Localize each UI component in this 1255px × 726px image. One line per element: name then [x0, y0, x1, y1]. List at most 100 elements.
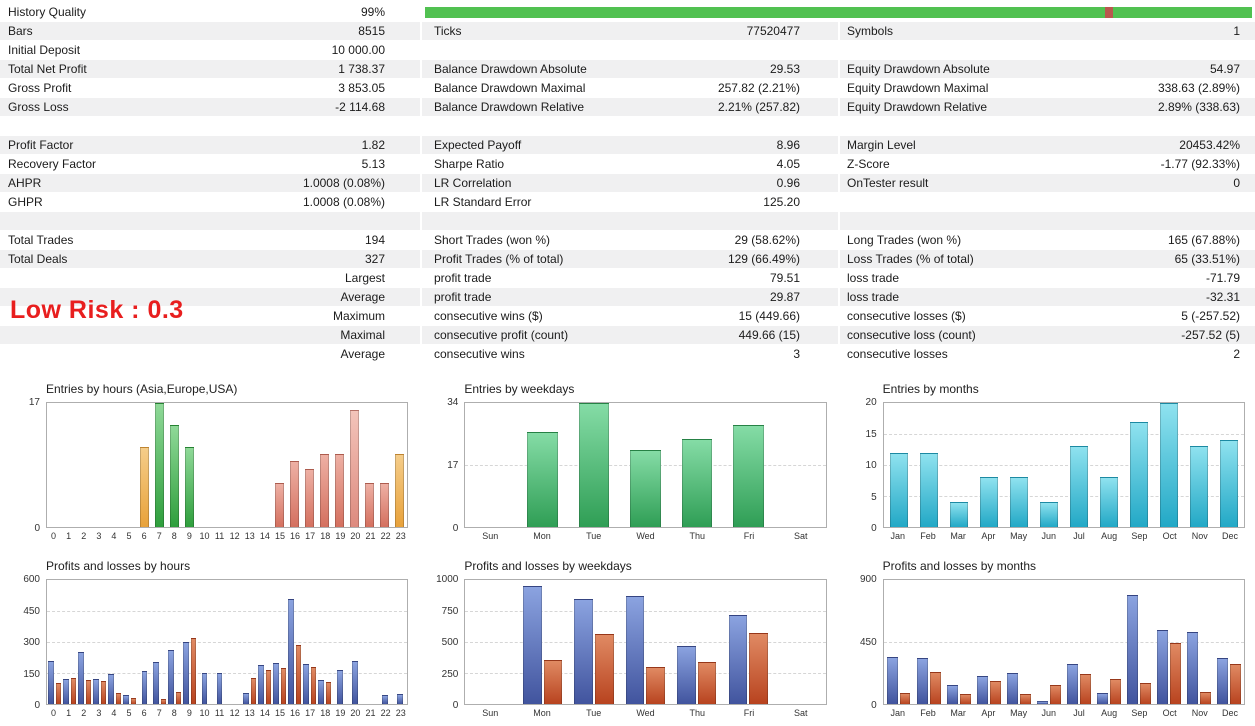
bar-group: [465, 403, 516, 527]
stat-label: OnTester result: [847, 176, 929, 190]
y-axis: 0 250 500 750 1000: [418, 574, 464, 711]
bar-group: [257, 580, 272, 704]
bar-group: [1064, 403, 1094, 527]
history-quality-row: History Quality 99%: [0, 3, 1255, 22]
stat-value: 3 853.05: [338, 81, 385, 95]
stat-value: 1 738.37: [338, 62, 385, 76]
bar-group: [465, 580, 516, 704]
x-tick-label: 17: [305, 708, 316, 718]
bar-group: [167, 403, 182, 527]
stat-label: Short Trades (won %): [434, 233, 551, 247]
stat-value: 65 (33.51%): [1174, 252, 1240, 266]
bar: [365, 483, 375, 527]
bar-group: [1094, 403, 1124, 527]
bar: [959, 694, 971, 704]
bar-group: [137, 580, 152, 704]
x-tick-label: Jul: [1073, 531, 1085, 541]
bar: [108, 674, 114, 704]
stat-label: Total Trades: [8, 233, 74, 247]
chart: Profits and losses by months 0 450 900 Jan Fe…: [837, 549, 1255, 726]
x-tick-label: 0: [51, 531, 57, 541]
bar-group: [1064, 580, 1094, 704]
x-tick-label: Aug: [1101, 531, 1118, 541]
x-tick-label: Wed: [636, 531, 655, 541]
bars-layer: [884, 403, 1244, 527]
stats-cell: Maximal: [0, 326, 420, 344]
x-tick-label: Oct: [1162, 708, 1177, 718]
stat-label: GHPR: [8, 195, 43, 209]
bar: [170, 424, 180, 527]
bar-group: [302, 580, 317, 704]
x-tick-label: 6: [141, 708, 147, 718]
bar: [130, 697, 136, 704]
x-tick-label: 8: [171, 531, 177, 541]
stat-value: -257.52 (5): [1181, 328, 1240, 342]
x-tick-label: Nov: [1191, 531, 1208, 541]
bar-group: [107, 580, 122, 704]
stats-cell: Total Deals 327: [0, 250, 420, 268]
stat-value: 8515: [358, 24, 385, 38]
stat-value: 338.63 (2.89%): [1157, 81, 1240, 95]
stats-cell: [838, 193, 1255, 211]
bar-group: [362, 403, 377, 527]
bar: [258, 664, 264, 704]
bar: [1189, 446, 1208, 527]
bar-group: [182, 580, 197, 704]
plot-area: [464, 579, 827, 705]
stats-row: Total Trades 194 Short Trades (won %) 29 (5…: [0, 231, 1255, 250]
x-tick-label: Jun: [1041, 531, 1057, 541]
stats-cell: Balance Drawdown Relative 2.21% (257.82): [420, 98, 838, 116]
plot-area: [46, 579, 409, 705]
x-tick-label: Sep: [1131, 531, 1148, 541]
bar: [1139, 683, 1151, 704]
bar-group: [242, 403, 257, 527]
chart-title: Entries by weekdays: [464, 382, 575, 396]
bar: [115, 692, 121, 704]
bar-group: [182, 403, 197, 527]
y-tick-label: 750: [441, 605, 459, 617]
bar-group: [1214, 580, 1244, 704]
bar: [976, 676, 988, 704]
stat-value: 99%: [360, 5, 385, 19]
bar-group: [317, 580, 332, 704]
bar: [280, 667, 287, 704]
bar-group: [152, 403, 167, 527]
x-tick-label: 11: [214, 708, 225, 718]
bar: [646, 666, 665, 704]
bar-group: [212, 580, 227, 704]
stat-value: 2.89% (338.63): [1157, 100, 1240, 114]
stat-value: 257.82 (2.21%): [717, 81, 800, 95]
bar: [1159, 403, 1178, 527]
bar: [543, 659, 563, 704]
stat-label: Equity Drawdown Maximal: [847, 81, 989, 95]
stat-label: Balance Drawdown Maximal: [434, 81, 586, 95]
bar: [318, 680, 324, 704]
stats-cell: loss trade -32.31: [838, 288, 1255, 306]
stat-value: -1.77 (92.33%): [1160, 157, 1240, 171]
y-tick-label: 0: [452, 523, 459, 534]
stat-value: 54.97: [1209, 62, 1240, 76]
bar: [1129, 421, 1148, 527]
x-tick-label: Feb: [920, 531, 936, 541]
y-tick-label: 17: [28, 397, 40, 408]
x-tick-label: 3: [96, 708, 102, 718]
stats-cell: Total Trades 194: [0, 231, 420, 249]
stats-cell: Loss Trades (% of total) 65 (33.51%): [838, 250, 1255, 268]
x-tick-label: 4: [111, 708, 117, 718]
stat-label: LR Standard Error: [434, 195, 532, 209]
x-tick-label: Thu: [689, 708, 706, 718]
stat-label: Sharpe Ratio: [434, 157, 505, 171]
stats-row: [0, 212, 1255, 231]
stat-value: 8.96: [776, 138, 800, 152]
x-tick-label: 13: [244, 708, 255, 718]
bar-group: [62, 580, 77, 704]
bar: [123, 694, 129, 704]
bar: [183, 642, 189, 704]
bar-group: [227, 403, 242, 527]
x-axis-labels: Sun Mon Tue Wed Thu Fri Sat: [464, 708, 826, 718]
x-tick-label: Sat: [794, 531, 808, 541]
x-tick-label: Mar: [950, 531, 966, 541]
x-tick-label: 12: [229, 708, 240, 718]
stats-cell: Recovery Factor 5.13: [0, 155, 420, 173]
stat-label: Gross Profit: [8, 81, 72, 95]
